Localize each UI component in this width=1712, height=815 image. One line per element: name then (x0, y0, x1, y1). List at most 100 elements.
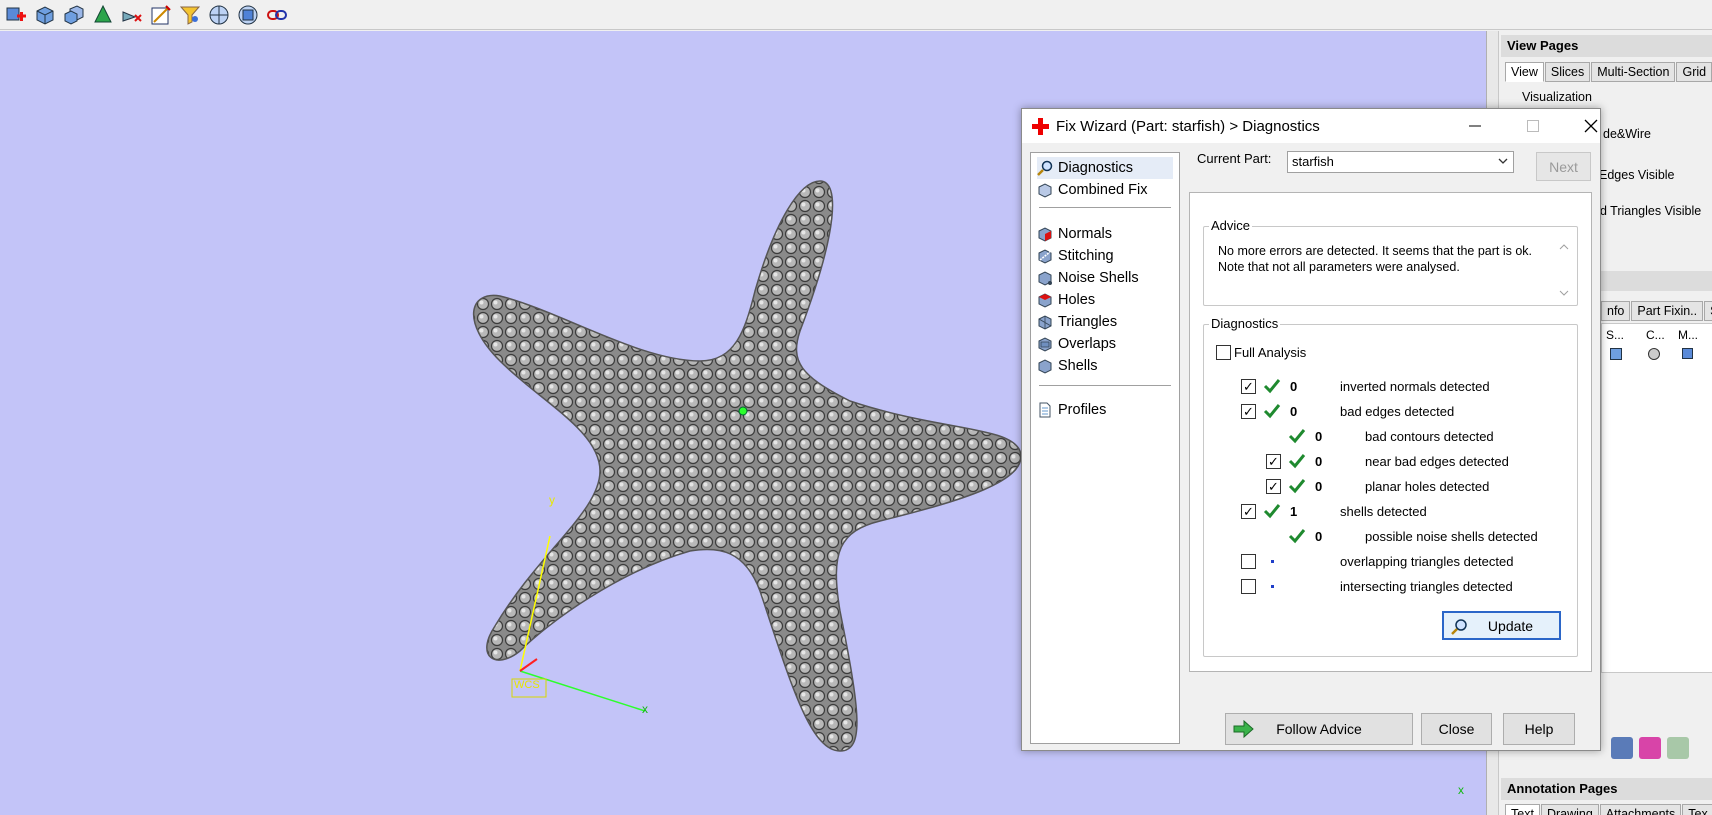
nav-triangles[interactable]: Triangles (1037, 311, 1173, 333)
row-checkbox[interactable] (1241, 554, 1256, 569)
update-label: Update (1487, 617, 1534, 634)
column-m[interactable]: M... (1678, 328, 1698, 342)
axis-x-line (519, 670, 646, 712)
nav-separator (1039, 207, 1171, 208)
profiles-icon (1039, 402, 1051, 418)
maximize-button[interactable] (1510, 109, 1556, 143)
nav-normals[interactable]: Normals (1037, 223, 1173, 245)
part-list[interactable]: S... C... M... (1601, 323, 1712, 673)
nav-label: Normals (1058, 226, 1112, 242)
diagnostics-title: Diagnostics (1209, 316, 1281, 331)
follow-advice-label: Follow Advice (1276, 721, 1362, 737)
normals-icon (1038, 227, 1052, 242)
full-analysis-checkbox[interactable] (1216, 345, 1231, 360)
green-check-icon (1263, 404, 1281, 419)
pending-dot-icon (1271, 585, 1274, 588)
row-checkbox[interactable]: ✓ (1241, 504, 1256, 519)
nav-label: Diagnostics (1058, 160, 1133, 176)
tab-tex[interactable]: Tex (1682, 804, 1712, 815)
row-count: 1 (1290, 504, 1298, 519)
pyramid-icon[interactable] (91, 3, 115, 27)
triangles-icon (1038, 315, 1052, 330)
magnifier-icon (1451, 619, 1467, 635)
edges-visible-option[interactable]: Edges Visible (1599, 168, 1675, 182)
diagnostics-group: Diagnostics Full Analysis ✓ 0 inverted n… (1203, 316, 1578, 657)
row-label: bad contours detected (1365, 429, 1494, 444)
nav-stitching[interactable]: Stitching (1037, 245, 1173, 267)
delete-triangles-icon[interactable] (120, 3, 144, 27)
follow-advice-button[interactable]: Follow Advice (1225, 713, 1413, 745)
dialog-title: Fix Wizard (Part: starfish) > Diagnostic… (1056, 118, 1320, 135)
column-c[interactable]: C... (1646, 328, 1665, 342)
axis-x2-label: x (1458, 783, 1464, 797)
row-checkbox[interactable]: ✓ (1266, 454, 1281, 469)
cubes-icon[interactable] (1639, 737, 1661, 759)
advice-group: Advice No more errors are detected. It s… (1203, 218, 1578, 306)
nav-label: Profiles (1058, 402, 1107, 418)
close-button[interactable]: Close (1421, 713, 1492, 745)
measure-icon[interactable] (149, 3, 173, 27)
row-checkbox[interactable]: ✓ (1266, 479, 1281, 494)
column-s[interactable]: S... (1606, 328, 1624, 342)
green-check-icon (1263, 379, 1281, 394)
tab-info[interactable]: nfo (1601, 301, 1631, 321)
main-panel: Advice No more errors are detected. It s… (1189, 192, 1592, 672)
panel-icon-bar (1601, 731, 1712, 765)
nav-diagnostics[interactable]: Diagnostics (1037, 157, 1173, 179)
help-button[interactable]: Help (1503, 713, 1575, 745)
tab-multi-section[interactable]: Multi-Section (1591, 62, 1676, 82)
row-label: intersecting triangles detected (1340, 579, 1513, 594)
advice-title: Advice (1209, 218, 1253, 233)
noise-shells-icon (1038, 271, 1052, 286)
close-window-button[interactable] (1568, 109, 1614, 143)
current-part-select[interactable]: starfish (1287, 151, 1514, 173)
green-arrow-icon (1233, 720, 1254, 738)
new-part-icon[interactable] (4, 3, 28, 27)
advice-scrollbar[interactable] (1557, 241, 1571, 299)
green-check-icon (1288, 454, 1306, 469)
visualization-label: Visualization (1522, 90, 1592, 104)
section-2-icon[interactable] (236, 3, 260, 27)
nav-overlaps[interactable]: Overlaps (1037, 333, 1173, 355)
part-visible-icon[interactable] (1610, 348, 1622, 360)
row-checkbox[interactable]: ✓ (1241, 404, 1256, 419)
tab-attachments[interactable]: Attachments (1599, 804, 1682, 815)
tab-text[interactable]: Text (1505, 804, 1540, 815)
current-part-value: starfish (1292, 154, 1334, 169)
axis-y-label: y (549, 493, 555, 507)
nav-shells[interactable]: Shells (1037, 355, 1173, 377)
filter-icon[interactable] (178, 3, 202, 27)
row-checkbox[interactable]: ✓ (1241, 379, 1256, 394)
dialog-titlebar[interactable]: Fix Wizard (Part: starfish) > Diagnostic… (1022, 109, 1600, 143)
section-icon[interactable] (207, 3, 231, 27)
tab-s[interactable]: S (1704, 301, 1712, 321)
nav-holes[interactable]: Holes (1037, 289, 1173, 311)
boxes-icon[interactable] (62, 3, 86, 27)
nav-combined-fix[interactable]: Combined Fix (1037, 179, 1173, 201)
current-part-label: Current Part: (1197, 151, 1272, 166)
box-icon[interactable] (33, 3, 57, 27)
row-count: 0 (1315, 454, 1323, 469)
gear-icon[interactable] (1667, 737, 1689, 759)
scroll-down-icon[interactable] (1557, 287, 1571, 299)
triangles-visible-option[interactable]: ed Triangles Visible (1593, 204, 1701, 218)
part-mesh-icon[interactable] (1682, 348, 1693, 359)
row-count: 0 (1290, 404, 1298, 419)
tab-slices[interactable]: Slices (1544, 62, 1591, 82)
scroll-up-icon[interactable] (1557, 241, 1571, 253)
tab-drawing[interactable]: Drawing (1540, 804, 1599, 815)
minimize-button[interactable] (1452, 109, 1498, 143)
update-button[interactable]: Update (1442, 611, 1561, 640)
shield-icon[interactable] (1611, 737, 1633, 759)
part-color-icon[interactable] (1648, 348, 1660, 360)
nav-noise-shells[interactable]: Noise Shells (1037, 267, 1173, 289)
nav-label: Holes (1058, 292, 1096, 308)
tab-grid[interactable]: Grid (1676, 62, 1712, 82)
tab-part-fixing[interactable]: Part Fixin.. (1631, 301, 1704, 321)
tab-view[interactable]: View (1505, 62, 1544, 82)
green-check-icon (1288, 529, 1306, 544)
next-button[interactable]: Next (1536, 152, 1591, 181)
nav-profiles[interactable]: Profiles (1037, 399, 1173, 421)
row-checkbox[interactable] (1241, 579, 1256, 594)
link-icon[interactable] (265, 3, 289, 27)
